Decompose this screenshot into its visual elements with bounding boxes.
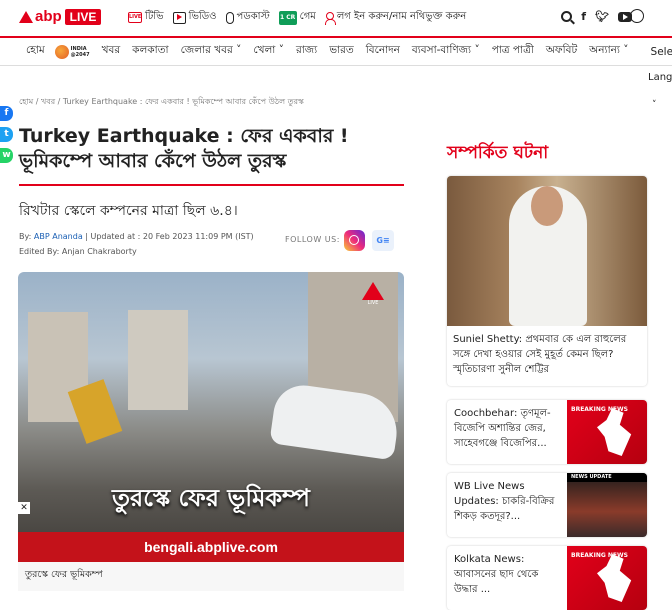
nav-business[interactable]: ব্যবসা-বাণিজ্য ˅ xyxy=(412,43,480,60)
language-icon[interactable] xyxy=(630,9,644,23)
top-nav-login[interactable]: লগ ইন করুন/নাম নথিভুক্ত করুন xyxy=(324,9,467,26)
top-nav-label: লগ ইন করুন/নাম নথিভুক্ত করুন xyxy=(336,11,467,22)
edited-by: Edited By: Anjan Chakraborty xyxy=(19,247,137,256)
by-prefix: By: xyxy=(19,232,34,241)
nav-entertainment[interactable]: বিনোদন xyxy=(366,43,400,60)
top-nav-video[interactable]: ভিডিও xyxy=(172,9,217,26)
related-title: সম্পর্কিত ঘটনা xyxy=(447,143,549,163)
facebook-icon[interactable]: f xyxy=(581,10,586,23)
facebook-share-icon[interactable]: f xyxy=(0,106,13,121)
share-bar: f t w xyxy=(0,106,14,169)
nav-news[interactable]: খবর xyxy=(102,43,121,60)
language-label: Lang xyxy=(648,72,672,83)
whatsapp-share-icon[interactable]: w xyxy=(0,148,13,163)
map-icon xyxy=(597,554,632,602)
podcast-icon xyxy=(225,11,234,24)
search-icon[interactable] xyxy=(561,11,573,22)
twitter-icon[interactable]: 🐦︎ xyxy=(595,10,609,23)
abp-mark-triangle xyxy=(362,282,384,300)
hero-image[interactable]: LIVE তুরস্কে ফের ভূমিকম্প ✕ bengali.abpl… xyxy=(18,272,404,562)
abp-live-logo[interactable]: abp LIVE xyxy=(19,8,102,25)
image-watermark: bengali.abplive.com xyxy=(144,539,278,555)
top-nav-tv[interactable]: LIVE টিভি xyxy=(128,9,164,26)
language-dropdown[interactable]: Lang ˅ xyxy=(648,72,672,110)
top-nav-label: পডকাস্ট xyxy=(236,11,270,22)
top-bar: abp LIVE LIVE টিভি ভিডিও পডকাস্ট 1 CR গেম … xyxy=(0,0,672,36)
nav-others[interactable]: অন্যান্য ˅ xyxy=(589,43,628,60)
india-2047-icon xyxy=(54,44,69,59)
author-link[interactable]: ABP Ananda xyxy=(34,232,83,241)
nav-state[interactable]: রাজ্য xyxy=(296,43,317,60)
related-card-text: WB Live News Updates: চাকরি-বিক্রির শিকড… xyxy=(454,481,555,522)
building-center xyxy=(128,310,188,410)
related-card[interactable]: WB Live News Updates: চাকরি-বিক্রির শিকড… xyxy=(447,473,647,537)
related-card-thumbnail: BREAKING NEWS xyxy=(567,546,647,610)
abp-logo-icon xyxy=(19,10,33,23)
india-2047-text: INDIA @2047 xyxy=(71,46,90,58)
related-card[interactable]: Coochbehar: তৃণমূল-বিজেপি অশান্তির জের, … xyxy=(447,400,647,464)
related-featured-card[interactable]: Suniel Shetty: প্রথমবার কে এল রাহুলের সঙ… xyxy=(447,176,647,386)
google-news-icon[interactable]: G≡ xyxy=(372,230,394,251)
updated-time: | Updated at : 20 Feb 2023 11:09 PM (IST… xyxy=(82,232,254,241)
social-icons: f 🐦︎ xyxy=(561,10,632,23)
india-2047-badge[interactable]: INDIA @2047 xyxy=(54,44,90,59)
headline-divider xyxy=(19,184,404,186)
nav-district[interactable]: জেলার খবর ˅ xyxy=(181,43,242,60)
related-card[interactable]: Kolkata News: আবাসনের ছাদ থেকে উদ্ধার ..… xyxy=(447,546,647,610)
top-nav-label: টিভি xyxy=(145,11,164,22)
instagram-icon[interactable] xyxy=(344,230,365,251)
badge-line2: @2047 xyxy=(70,51,90,58)
nav-home[interactable]: হোম xyxy=(26,43,45,60)
person-face xyxy=(531,186,563,226)
nav-matrimony[interactable]: পাত্র পাত্রী xyxy=(492,43,534,60)
byline-author-line: By: ABP Ananda | Updated at : 20 Feb 202… xyxy=(19,229,254,244)
featured-thumbnail xyxy=(447,176,647,326)
image-caption: তুরস্কে ফের ভূমিকম্প xyxy=(18,562,404,591)
article-headline: Turkey Earthquake : ফের একবার ! ভূমিকম্প… xyxy=(19,125,349,172)
article-subheading: রিখটার স্কেলে কম্পনের মাত্রা ছিল ৬.৪। xyxy=(19,203,238,219)
main-nav: হোম INDIA @2047 খবর কলকাতা জেলার খবর ˅ খে… xyxy=(0,36,672,66)
related-card-thumbnail: NEWS UPDATE xyxy=(567,473,647,537)
excavator xyxy=(67,379,123,444)
abp-watermark-icon: LIVE xyxy=(362,282,384,314)
abp-mark-label: LIVE xyxy=(367,300,379,306)
related-card-thumbnail: BREAKING NEWS xyxy=(567,400,647,464)
nav-india[interactable]: ভারত xyxy=(329,43,354,60)
thumb-label: NEWS UPDATE xyxy=(567,473,647,482)
video-icon xyxy=(172,11,186,24)
crorepati-icon: 1 CR xyxy=(278,10,297,25)
related-card-text: Coochbehar: তৃণমূল-বিজেপি অশান্তির জের, … xyxy=(454,408,551,449)
language-select[interactable]: Selec xyxy=(651,46,672,58)
featured-text: Suniel Shetty: প্রথমবার কে এল রাহুলের সঙ… xyxy=(453,334,627,375)
nav-sports[interactable]: খেলা ˅ xyxy=(253,43,284,60)
top-nav-podcast[interactable]: পডকাস্ট xyxy=(225,9,270,26)
user-icon xyxy=(324,11,336,25)
chevron-down-icon: ˅ xyxy=(652,100,657,110)
breadcrumb[interactable]: হোম / খবর / Turkey Earthquake : ফের একবা… xyxy=(19,96,304,109)
related-card-text: Kolkata News: আবাসনের ছাদ থেকে উদ্ধার ..… xyxy=(454,554,539,595)
tv-icon: LIVE xyxy=(128,12,142,23)
close-icon[interactable]: ✕ xyxy=(18,502,30,514)
logo-text: abp xyxy=(35,8,62,25)
byline: By: ABP Ananda | Updated at : 20 Feb 202… xyxy=(19,229,254,259)
top-nav-game[interactable]: 1 CR গেম xyxy=(278,9,316,26)
twitter-share-icon[interactable]: t xyxy=(0,127,13,142)
nav-kolkata[interactable]: কলকাতা xyxy=(132,43,168,60)
top-nav-label: গেম xyxy=(299,11,316,22)
nav-offbeat[interactable]: অফবিট xyxy=(546,43,577,60)
image-overlay-title: তুরস্কে ফের ভূমিকম্প xyxy=(111,484,310,512)
live-badge: LIVE xyxy=(64,8,102,25)
top-nav: LIVE টিভি ভিডিও পডকাস্ট 1 CR গেম লগ ইন করু… xyxy=(128,9,475,26)
follow-us-label: FOLLOW US: xyxy=(285,235,340,244)
top-nav-label: ভিডিও xyxy=(188,11,217,22)
map-icon xyxy=(597,408,632,456)
